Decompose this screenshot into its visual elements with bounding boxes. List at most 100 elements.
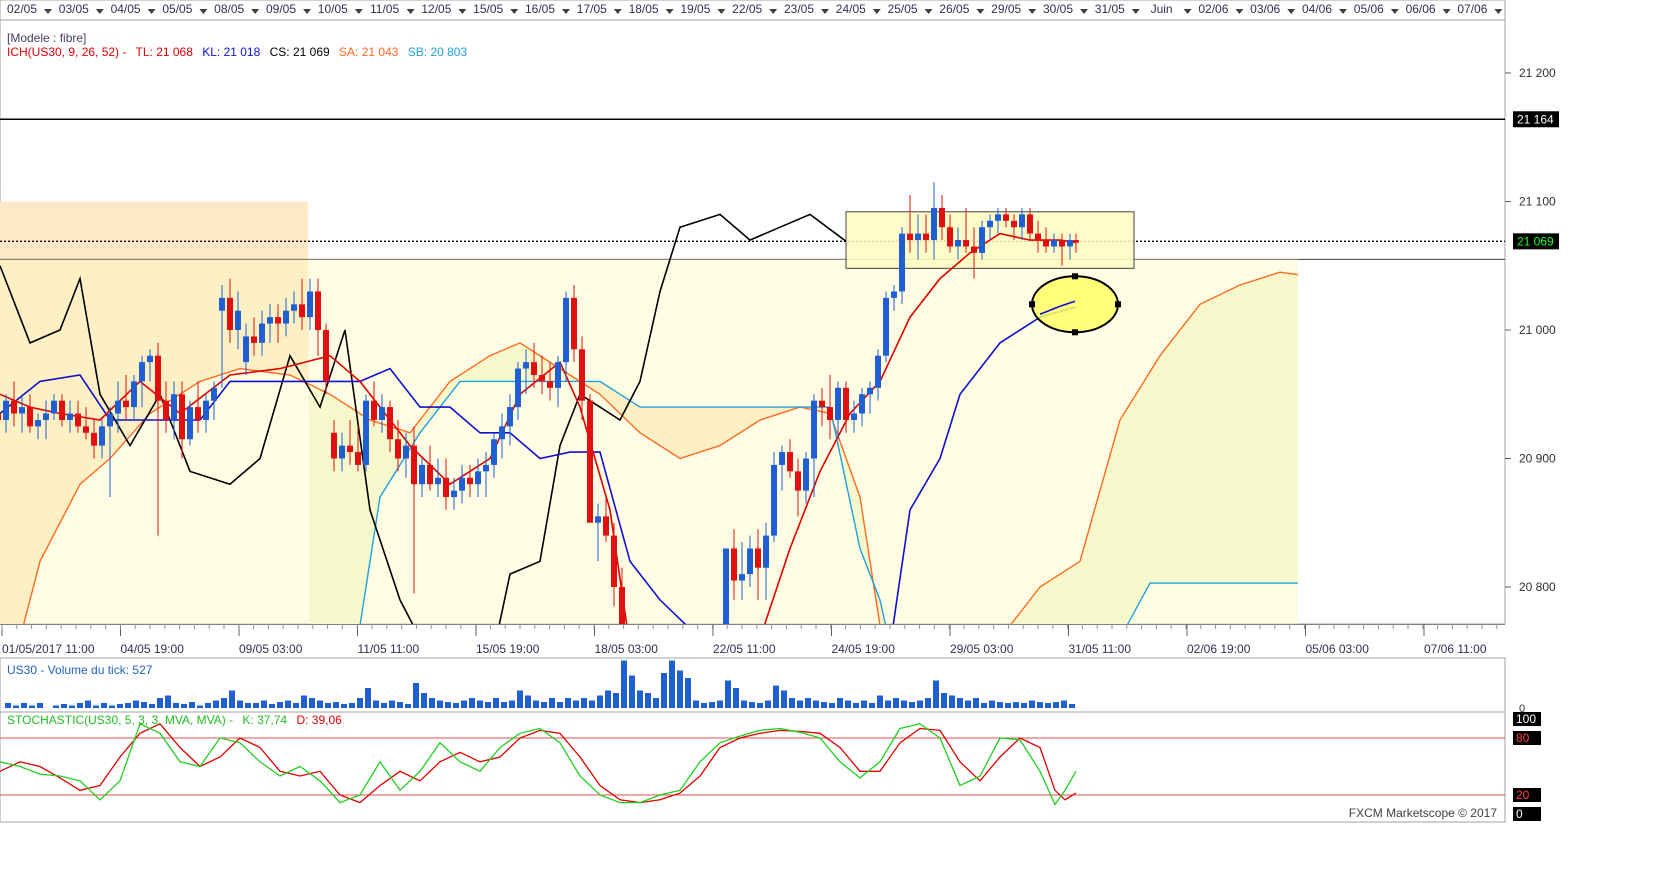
candle-body[interactable]	[75, 413, 81, 427]
candle-body[interactable]	[1027, 214, 1033, 234]
volume-bar[interactable]	[661, 673, 667, 708]
candle-body[interactable]	[163, 400, 169, 420]
candle-body[interactable]	[395, 439, 401, 459]
volume-bar[interactable]	[989, 700, 995, 709]
volume-bar[interactable]	[797, 700, 803, 709]
volume-bar[interactable]	[789, 698, 795, 708]
volume-bar[interactable]	[477, 700, 483, 709]
candle-body[interactable]	[451, 490, 457, 498]
candle-body[interactable]	[1043, 240, 1049, 247]
volume-bar[interactable]	[669, 660, 675, 709]
candle-body[interactable]	[347, 445, 353, 453]
candle-body[interactable]	[979, 227, 985, 253]
volume-bar[interactable]	[1037, 702, 1043, 708]
volume-bar[interactable]	[1005, 703, 1011, 708]
volume-bar[interactable]	[461, 700, 467, 709]
candle-body[interactable]	[899, 233, 905, 292]
volume-bar[interactable]	[573, 700, 579, 709]
volume-bar[interactable]	[901, 700, 907, 709]
candle-body[interactable]	[187, 407, 193, 440]
candle-body[interactable]	[555, 362, 561, 388]
candle-body[interactable]	[443, 477, 449, 498]
candle-body[interactable]	[875, 355, 881, 388]
volume-bar[interactable]	[973, 698, 979, 708]
candle-body[interactable]	[971, 246, 977, 253]
volume-bar[interactable]	[1021, 703, 1027, 708]
candle-body[interactable]	[819, 400, 825, 408]
volume-bar[interactable]	[645, 693, 651, 708]
candle-body[interactable]	[467, 477, 473, 485]
volume-bar[interactable]	[181, 704, 187, 708]
volume-bar[interactable]	[813, 700, 819, 709]
volume-bar[interactable]	[261, 700, 267, 709]
candle-body[interactable]	[43, 413, 49, 420]
volume-bar[interactable]	[853, 703, 859, 708]
ellipse-handle[interactable]	[1072, 329, 1078, 336]
volume-bar[interactable]	[805, 698, 811, 708]
candle-body[interactable]	[227, 297, 233, 330]
candle-body[interactable]	[563, 297, 569, 363]
volume-bar[interactable]	[365, 688, 371, 708]
volume-bar[interactable]	[837, 698, 843, 708]
volume-bar[interactable]	[125, 703, 131, 708]
candle-body[interactable]	[843, 387, 849, 420]
volume-bar[interactable]	[861, 700, 867, 709]
candle-body[interactable]	[315, 291, 321, 330]
volume-bar[interactable]	[165, 695, 171, 709]
volume-bar[interactable]	[101, 703, 107, 708]
volume-bar[interactable]	[69, 705, 75, 709]
volume-bar[interactable]	[549, 698, 555, 708]
candle-body[interactable]	[139, 362, 145, 382]
volume-bar[interactable]	[381, 703, 387, 708]
candle-body[interactable]	[219, 297, 225, 311]
candle-body[interactable]	[131, 381, 137, 408]
volume-bar[interactable]	[429, 698, 435, 708]
volume-bar[interactable]	[277, 702, 283, 708]
volume-bar[interactable]	[981, 703, 987, 708]
candle-body[interactable]	[907, 233, 913, 241]
volume-bar[interactable]	[493, 698, 499, 708]
candle-body[interactable]	[363, 400, 369, 465]
volume-bar[interactable]	[269, 704, 275, 708]
volume-bar[interactable]	[77, 703, 83, 708]
candle-body[interactable]	[267, 317, 273, 324]
candle-body[interactable]	[603, 516, 609, 536]
candle-body[interactable]	[1011, 220, 1017, 228]
candle-body[interactable]	[195, 407, 201, 420]
candle-body[interactable]	[955, 240, 961, 247]
candle-body[interactable]	[331, 432, 337, 459]
candle-body[interactable]	[547, 381, 553, 388]
volume-bar[interactable]	[653, 698, 659, 708]
stochastic-panel[interactable]: 100 80 20 0	[0, 711, 1541, 823]
candle-body[interactable]	[179, 394, 185, 440]
volume-bar[interactable]	[1013, 702, 1019, 708]
volume-bar[interactable]	[925, 698, 931, 708]
candle-body[interactable]	[3, 400, 9, 420]
candle-body[interactable]	[835, 387, 841, 420]
candle-body[interactable]	[763, 535, 769, 568]
candle-body[interactable]	[939, 207, 945, 228]
volume-bar[interactable]	[237, 700, 243, 709]
volume-bar[interactable]	[93, 705, 99, 709]
candle-body[interactable]	[755, 548, 761, 568]
volume-bar[interactable]	[757, 703, 763, 708]
volume-bar[interactable]	[525, 695, 531, 709]
candle-body[interactable]	[515, 368, 521, 408]
candle-body[interactable]	[83, 426, 89, 433]
volume-bar[interactable]	[997, 702, 1003, 708]
candle-body[interactable]	[739, 574, 745, 581]
volume-bar[interactable]	[325, 703, 331, 708]
candle-body[interactable]	[259, 323, 265, 343]
volume-bar[interactable]	[453, 703, 459, 708]
candle-body[interactable]	[923, 233, 929, 241]
candle-body[interactable]	[475, 471, 481, 485]
candle-body[interactable]	[307, 291, 313, 318]
candle-body[interactable]	[59, 400, 65, 420]
candle-body[interactable]	[11, 400, 17, 414]
volume-bar[interactable]	[301, 695, 307, 709]
volume-bar[interactable]	[341, 704, 347, 708]
candle-body[interactable]	[987, 220, 993, 228]
candle-body[interactable]	[747, 548, 753, 575]
volume-bar[interactable]	[445, 702, 451, 708]
candle-body[interactable]	[995, 214, 1001, 221]
